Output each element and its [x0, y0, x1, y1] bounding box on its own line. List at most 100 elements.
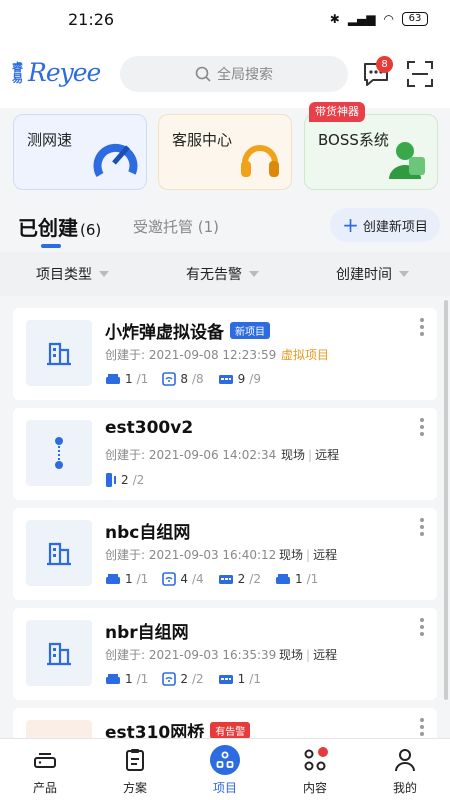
scan-icon[interactable] — [406, 60, 434, 88]
project-card[interactable]: nbc自组网 创建于: 2021-09-03 16:40:12 现场 | 远程 1/… — [13, 508, 437, 600]
caret-down-icon — [399, 271, 409, 277]
project-created: 创建于: 2021-09-03 16:35:39 — [105, 648, 277, 662]
switch-icon — [218, 675, 233, 684]
device-count: 1/1 — [218, 672, 261, 686]
more-options-icon[interactable] — [419, 318, 425, 336]
notification-dot — [318, 747, 328, 757]
device-count: 9/9 — [218, 372, 261, 386]
status-icons: ✱ ▂▄▆ ◠ 63 — [330, 12, 428, 26]
quick-label: 客服中心 — [172, 131, 233, 149]
nav-me[interactable]: 我的 — [370, 745, 440, 796]
project-mode: 现场 | 远程 — [279, 546, 337, 563]
wifi-icon: ◠ — [383, 12, 394, 26]
virtual-project-label: 虚拟项目 — [281, 348, 330, 362]
project-mode: 现场 | 远程 — [281, 446, 339, 463]
device-online: 1 — [237, 672, 246, 686]
project-card[interactable]: est310网桥 有告警 — [13, 708, 437, 738]
project-card[interactable]: est300v2 创建于: 2021-09-06 14:02:34 现场 | 远程 … — [13, 408, 437, 500]
ap-icon — [162, 372, 177, 386]
project-name-text: est310网桥 — [105, 723, 205, 738]
nav-label: 我的 — [392, 781, 417, 795]
nav-projects[interactable]: 项目 — [190, 745, 260, 796]
device-count: 1/1 — [105, 572, 148, 586]
message-badge: 8 — [376, 56, 393, 73]
mode-remote: 远程 — [313, 548, 338, 562]
mode-onsite: 现场 — [281, 448, 306, 462]
project-name: est300v2 — [105, 418, 193, 438]
filter-project-type[interactable]: 项目类型 — [36, 264, 109, 284]
filter-alarm[interactable]: 有无告警 — [186, 264, 259, 284]
new-project-tag: 新项目 — [230, 322, 270, 339]
project-name: nbc自组网 — [105, 518, 190, 543]
plus-icon: + — [342, 213, 359, 237]
nav-label: 产品 — [32, 781, 57, 795]
device-count: 1/1 — [105, 672, 148, 686]
quick-label: 测网速 — [27, 131, 73, 149]
filter-bar: 项目类型 有无告警 创建时间 — [0, 252, 450, 296]
clipboard-icon — [120, 745, 150, 775]
building-icon — [26, 720, 92, 738]
switch-icon — [218, 375, 233, 384]
filter-label: 创建时间 — [336, 267, 392, 283]
create-project-button[interactable]: + 创建新项目 — [330, 208, 440, 242]
router-icon — [106, 574, 120, 584]
project-card[interactable]: nbr自组网 创建于: 2021-09-03 16:35:39 现场 | 远程 1/… — [13, 608, 437, 700]
signal-icon: ▂▄▆ — [347, 12, 376, 26]
app-logo: 睿易 Reyee — [12, 58, 101, 87]
device-total: /1 — [306, 572, 319, 586]
ap-icon — [162, 572, 177, 586]
speedometer-icon — [93, 143, 138, 178]
bottom-nav: 产品 方案 项目 内容 我的 — [0, 738, 450, 800]
mode-remote: 远程 — [313, 648, 338, 662]
status-bar: 21:26 ✱ ▂▄▆ ◠ 63 — [0, 0, 450, 40]
status-time: 21:26 — [68, 10, 115, 29]
router-icon — [275, 574, 290, 584]
device-total: /2 — [191, 672, 204, 686]
app-header: 睿易 Reyee 全局搜索 8 — [0, 40, 450, 108]
mode-onsite: 现场 — [279, 548, 304, 562]
device-total: /2 — [132, 473, 145, 487]
more-options-icon[interactable] — [419, 618, 425, 636]
device-online: 2 — [121, 473, 129, 487]
device-online: 8 — [180, 372, 188, 386]
project-list[interactable]: 小炸弹虚拟设备 新项目 创建于: 2021-09-08 12:23:59 虚拟项目… — [0, 296, 450, 738]
filter-label: 有无告警 — [186, 267, 242, 283]
bridge-icon — [106, 473, 116, 487]
global-search-input[interactable]: 全局搜索 — [120, 56, 348, 92]
scrollbar[interactable] — [444, 300, 448, 700]
tab-created[interactable]: 已创建 (6) — [18, 212, 101, 241]
mode-remote: 远程 — [315, 448, 340, 462]
speed-test-card[interactable]: 测网速 — [13, 114, 147, 190]
tab-hosted[interactable]: 受邀托管 (1) — [133, 216, 219, 237]
tab-created-label: 已创建 — [18, 216, 78, 240]
project-name-text: nbc自组网 — [105, 523, 191, 543]
user-badge-icon — [389, 142, 425, 179]
more-options-icon[interactable] — [419, 418, 425, 436]
customer-service-card[interactable]: 客服中心 — [158, 114, 292, 190]
device-online: 2 — [180, 672, 188, 686]
more-options-icon[interactable] — [419, 718, 425, 736]
filter-created-time[interactable]: 创建时间 — [336, 264, 409, 284]
nav-content[interactable]: 内容 — [280, 745, 350, 796]
project-name-text: nbr自组网 — [105, 623, 189, 643]
project-card[interactable]: 小炸弹虚拟设备 新项目 创建于: 2021-09-08 12:23:59 虚拟项目… — [13, 308, 437, 400]
more-options-icon[interactable] — [419, 518, 425, 536]
device-total: /4 — [191, 572, 204, 586]
device-total: /2 — [249, 572, 261, 586]
boss-system-card[interactable]: BOSS系统 — [304, 114, 438, 190]
bluetooth-icon: ✱ — [329, 12, 340, 26]
device-count: 2/2 — [105, 472, 144, 488]
device-total: /1 — [136, 372, 149, 386]
device-online: 2 — [237, 572, 246, 586]
tab-created-count: (6) — [80, 221, 102, 239]
device-online: 1 — [294, 572, 303, 586]
nav-products[interactable]: 产品 — [10, 745, 80, 796]
device-summary: 1/1 8/8 9/9 — [105, 372, 261, 386]
nav-solutions[interactable]: 方案 — [100, 745, 170, 796]
building-icon — [26, 620, 92, 686]
device-total: /9 — [249, 372, 261, 386]
project-mode: 现场 | 远程 — [279, 646, 337, 663]
project-created: 创建于: 2021-09-03 16:40:12 — [105, 548, 277, 562]
router-nav-icon — [30, 745, 60, 775]
promo-badge: 带货神器 — [309, 102, 365, 122]
